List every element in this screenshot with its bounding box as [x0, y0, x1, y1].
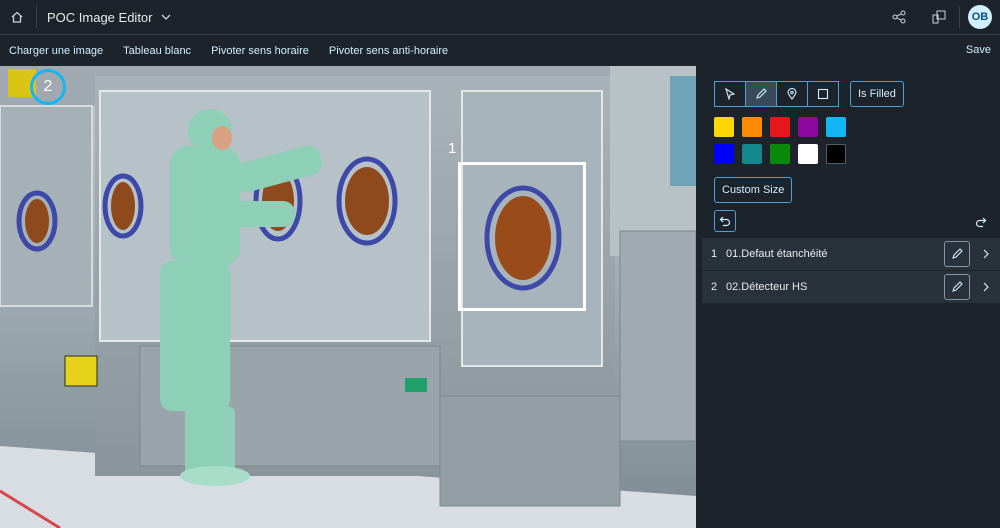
item-number: 1: [710, 248, 718, 260]
pencil-icon: [756, 88, 767, 99]
color-swatch[interactable]: [826, 117, 846, 137]
undo-button[interactable]: [714, 210, 736, 232]
product-switch-button[interactable]: [919, 0, 959, 34]
item-label: 02.Détecteur HS: [726, 281, 808, 293]
cursor-icon: [725, 88, 736, 100]
annotation-panel: Is Filled Custom Size 1 01.Defaut étanch…: [696, 66, 1000, 528]
edit-button[interactable]: [944, 274, 970, 300]
is-filled-toggle[interactable]: Is Filled: [850, 81, 904, 107]
color-palette: [714, 117, 854, 164]
app-title: POC Image Editor: [47, 9, 153, 25]
undo-icon: [719, 216, 731, 227]
annotation-2-label: 2: [43, 78, 53, 95]
annotation-list: 1 01.Defaut étanchéité 2 02.Détecteur HS: [702, 238, 1000, 304]
chevron-right-icon[interactable]: [982, 281, 990, 293]
chevron-right-icon[interactable]: [982, 248, 990, 260]
save-button[interactable]: Save: [966, 44, 991, 56]
drawing-tools: [714, 81, 839, 107]
redo-icon: [975, 217, 987, 228]
color-swatch[interactable]: [826, 144, 846, 164]
rectangle-tool-button[interactable]: [807, 81, 839, 107]
home-button[interactable]: [0, 0, 34, 34]
item-label: 01.Defaut étanchéité: [726, 248, 828, 260]
user-avatar[interactable]: OB: [968, 5, 992, 29]
color-swatch[interactable]: [714, 117, 734, 137]
color-swatch[interactable]: [770, 117, 790, 137]
color-swatch[interactable]: [798, 144, 818, 164]
list-item[interactable]: 2 02.Détecteur HS: [702, 271, 1000, 304]
shell-divider: [959, 6, 960, 28]
color-swatch[interactable]: [714, 144, 734, 164]
home-icon: [11, 11, 23, 23]
color-swatch[interactable]: [742, 144, 762, 164]
annotation-1-label: 1: [448, 140, 457, 157]
select-tool-button[interactable]: [714, 81, 746, 107]
custom-size-button[interactable]: Custom Size: [714, 177, 793, 203]
marker-tool-button[interactable]: [776, 81, 808, 107]
product-switch-icon: [932, 10, 946, 24]
rotate-cw-button[interactable]: Pivoter sens horaire: [201, 45, 319, 57]
rotate-ccw-button[interactable]: Pivoter sens anti-horaire: [319, 45, 458, 57]
pencil-icon: [952, 248, 963, 259]
whiteboard-button[interactable]: Tableau blanc: [113, 45, 201, 57]
share-icon: [892, 10, 906, 24]
chevron-down-icon: [161, 14, 170, 20]
item-number: 2: [710, 281, 718, 293]
color-swatch[interactable]: [770, 144, 790, 164]
map-pin-icon: [787, 88, 797, 100]
rectangle-icon: [817, 88, 829, 100]
color-swatch[interactable]: [798, 117, 818, 137]
edit-button[interactable]: [944, 241, 970, 267]
action-toolbar: Charger une image Tableau blanc Pivoter …: [0, 35, 1000, 66]
redo-button[interactable]: [972, 213, 990, 231]
share-button[interactable]: [879, 0, 919, 34]
load-image-button[interactable]: Charger une image: [0, 45, 113, 57]
color-swatch[interactable]: [742, 117, 762, 137]
photo-isolator: [0, 66, 696, 528]
shell-bar: POC Image Editor OB: [0, 0, 1000, 35]
pencil-icon: [952, 281, 963, 292]
annotation-1-rectangle[interactable]: [458, 162, 586, 311]
shell-divider: [36, 6, 37, 28]
pen-tool-button[interactable]: [745, 81, 777, 107]
list-item[interactable]: 1 01.Defaut étanchéité: [702, 238, 1000, 271]
image-canvas[interactable]: 1 2: [0, 66, 696, 528]
app-title-menu[interactable]: POC Image Editor: [47, 10, 171, 25]
annotation-2-circle[interactable]: 2: [30, 69, 66, 105]
